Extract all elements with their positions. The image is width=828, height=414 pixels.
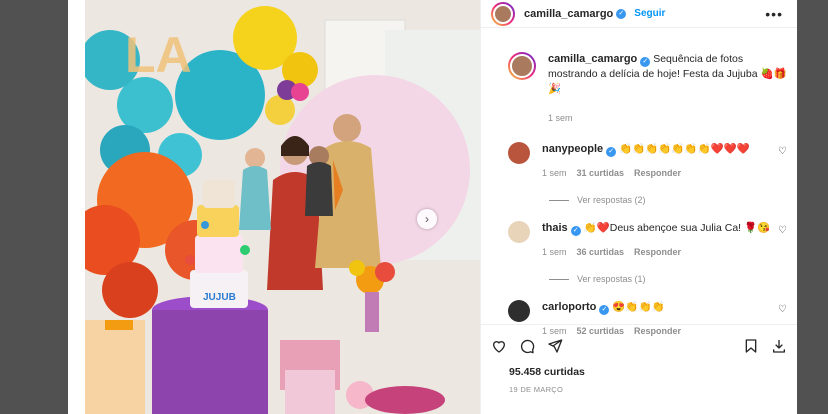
like-comment-heart-icon[interactable]: ♡ bbox=[778, 225, 787, 236]
more-options-icon[interactable]: ••• bbox=[765, 6, 783, 22]
reply-button[interactable]: Responder bbox=[634, 324, 681, 339]
comment-row: thais ✓ 👏❤️Deus abençoe sua Julia Ca! 🌹😘 … bbox=[481, 221, 797, 260]
comment-username[interactable]: nanypeople bbox=[542, 143, 603, 155]
post-date[interactable]: 19 DE MARÇO bbox=[509, 385, 563, 394]
next-photo-button[interactable]: › bbox=[417, 209, 437, 229]
actions-divider bbox=[481, 324, 797, 325]
follow-button[interactable]: Seguir bbox=[634, 8, 665, 19]
comment-time[interactable]: 1 sem bbox=[542, 324, 567, 339]
caption-avatar[interactable] bbox=[508, 52, 536, 80]
verified-icon: ✓ bbox=[616, 8, 627, 19]
comment-likes[interactable]: 52 curtidas bbox=[577, 324, 625, 339]
likes-count[interactable]: 95.458 curtidas bbox=[509, 366, 585, 378]
save-bookmark-icon[interactable] bbox=[743, 338, 759, 354]
comment-text: 👏👏👏👏👏👏👏❤️❤️❤️ bbox=[619, 143, 750, 155]
share-paper-plane-icon[interactable] bbox=[547, 338, 563, 354]
party-scene-image: LA JUJUB bbox=[85, 0, 480, 414]
verified-icon: ✓ bbox=[570, 226, 581, 236]
comment-time[interactable]: 1 sem bbox=[542, 166, 567, 181]
verified-icon: ✓ bbox=[599, 305, 610, 315]
view-replies-button[interactable]: Ver respostas (2) bbox=[549, 195, 797, 205]
caption-time[interactable]: 1 sem bbox=[548, 111, 573, 126]
comment-likes[interactable]: 36 curtidas bbox=[577, 245, 625, 260]
verified-icon: ✓ bbox=[606, 147, 617, 157]
caption-row: camilla_camargo ✓ Sequência de fotos most… bbox=[481, 40, 797, 126]
download-icon[interactable] bbox=[771, 338, 787, 354]
comment-username[interactable]: carloporto bbox=[542, 301, 596, 313]
like-heart-icon[interactable] bbox=[491, 338, 507, 354]
chevron-right-icon: › bbox=[425, 212, 429, 226]
view-replies-button[interactable]: Ver respostas (1) bbox=[549, 274, 797, 284]
like-comment-heart-icon[interactable]: ♡ bbox=[778, 146, 787, 157]
view-replies-label: Ver respostas (2) bbox=[577, 195, 646, 205]
comment-text: 😍👏👏👏 bbox=[612, 301, 665, 313]
comment-row: carloporto ✓ 😍👏👏👏 1 sem 52 curtidas Respo… bbox=[481, 300, 797, 339]
post-photo[interactable]: LA JUJUB › bbox=[85, 0, 480, 414]
commenter-avatar[interactable] bbox=[508, 142, 530, 164]
author-username[interactable]: camilla_camargo bbox=[524, 8, 613, 20]
comment-bubble-icon[interactable] bbox=[519, 338, 535, 354]
like-comment-heart-icon[interactable]: ♡ bbox=[778, 304, 787, 315]
caption-username[interactable]: camilla_camargo bbox=[548, 53, 637, 65]
comments-list: camilla_camargo ✓ Sequência de fotos most… bbox=[481, 40, 797, 339]
comment-username[interactable]: thais bbox=[542, 222, 568, 234]
reply-button[interactable]: Responder bbox=[634, 245, 681, 260]
commenter-avatar[interactable] bbox=[508, 300, 530, 322]
comment-row: nanypeople ✓ 👏👏👏👏👏👏👏❤️❤️❤️ 1 sem 31 curti… bbox=[481, 142, 797, 181]
view-replies-label: Ver respostas (1) bbox=[577, 274, 646, 284]
post-modal: LA JUJUB › camilla_camargo ✓ Seguir ••• … bbox=[68, 0, 797, 414]
comment-likes[interactable]: 31 curtidas bbox=[577, 166, 625, 181]
post-details-panel: camilla_camargo ✓ Seguir ••• camilla_cam… bbox=[480, 0, 797, 414]
post-header: camilla_camargo ✓ Seguir ••• bbox=[481, 0, 797, 28]
comment-time[interactable]: 1 sem bbox=[542, 245, 567, 260]
author-avatar[interactable] bbox=[491, 1, 515, 26]
verified-icon: ✓ bbox=[640, 57, 651, 67]
svg-text:LA: LA bbox=[125, 27, 192, 83]
comment-text: 👏❤️Deus abençoe sua Julia Ca! 🌹😘 bbox=[583, 222, 771, 234]
commenter-avatar[interactable] bbox=[508, 221, 530, 243]
post-actions-bar bbox=[491, 338, 787, 354]
reply-button[interactable]: Responder bbox=[634, 166, 681, 181]
cake-text: JUJUB bbox=[203, 292, 236, 303]
